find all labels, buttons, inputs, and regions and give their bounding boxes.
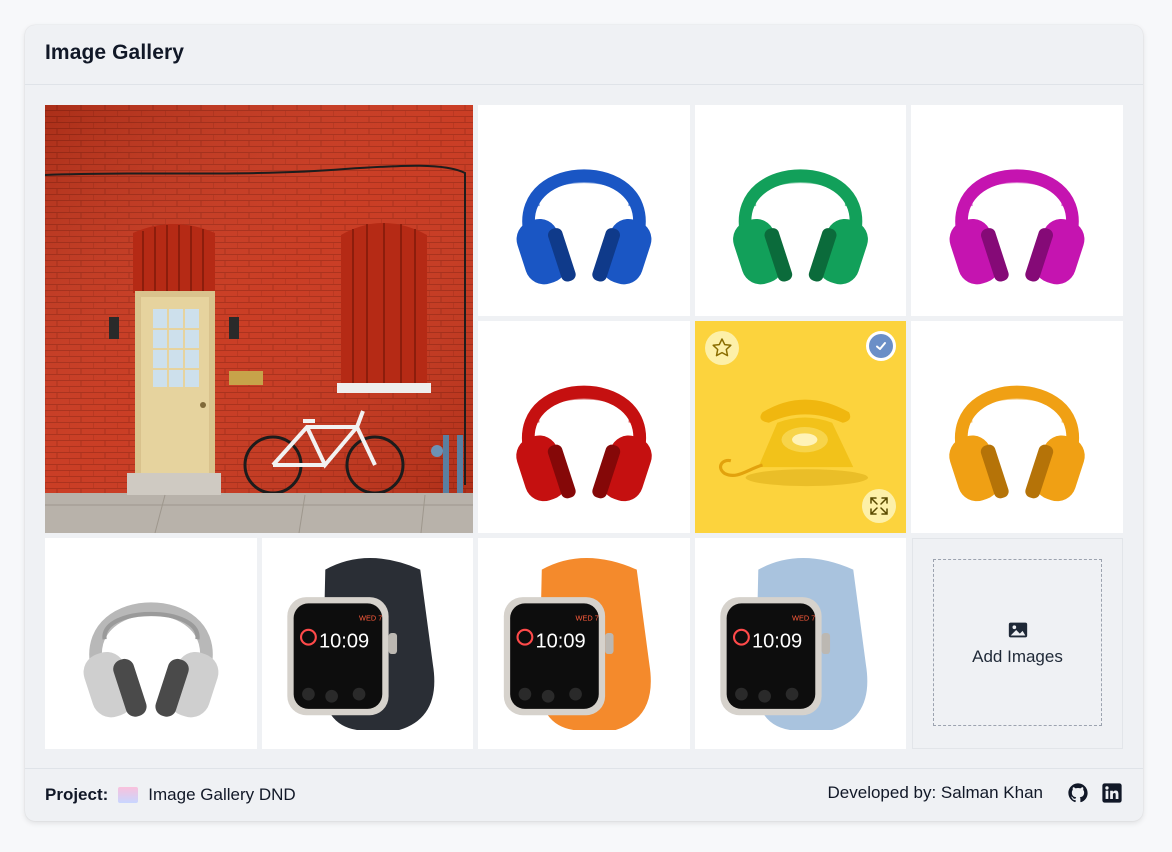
add-images-button[interactable]: Add Images [933, 559, 1102, 726]
headphones-blue-image [516, 169, 652, 285]
headphones-magenta-image [949, 169, 1085, 285]
add-images-label: Add Images [972, 646, 1063, 666]
footer: Project: Image Gallery DND Developed by:… [25, 768, 1143, 821]
check-icon [869, 334, 893, 358]
project-label: Project: [45, 785, 109, 804]
watch-blue-image: WED 7 10:09 [720, 558, 868, 731]
gallery-card: Image Gallery WED 7 10:09 WED 7 10:09 WE… [25, 25, 1143, 821]
headphones-red-image [516, 385, 652, 502]
watch-day-label: WED 7 [359, 613, 382, 622]
gallery-item-telephone[interactable] [695, 321, 906, 533]
favorite-button[interactable] [705, 331, 739, 365]
gallery-item-headphones-green[interactable] [695, 105, 906, 316]
watch-time-label: 10:09 [752, 631, 802, 653]
gallery-item-watch-black[interactable]: WED 7 10:09 [262, 538, 473, 749]
gallery-item-headphones-red[interactable] [478, 321, 690, 533]
watch-black-image: WED 7 10:09 [287, 558, 435, 731]
image-icon [1008, 622, 1027, 637]
gallery-item-wall[interactable] [45, 105, 473, 533]
gallery-item-headphones-blue[interactable] [478, 105, 690, 316]
headphones-green-image [733, 169, 868, 285]
watch-orange-image: WED 7 10:09 [503, 558, 651, 731]
gallery-item-watch-blue[interactable]: WED 7 10:09 [695, 538, 906, 749]
github-icon[interactable] [1067, 782, 1089, 804]
gallery-item-headphones-magenta[interactable] [911, 105, 1123, 316]
gallery-item-headphones-orange[interactable] [911, 321, 1123, 533]
watch-time-label: 10:09 [535, 631, 585, 653]
watch-day-label: WED 7 [792, 613, 815, 622]
project-name: Image Gallery DND [148, 785, 296, 804]
wall-image [45, 105, 473, 533]
star-icon [712, 338, 732, 357]
image-grid: WED 7 10:09 WED 7 10:09 WED 7 10:09 Add … [45, 105, 1123, 749]
expand-button[interactable] [862, 489, 896, 523]
headphones-orange-image [949, 385, 1085, 502]
project-info: Project: Image Gallery DND [45, 785, 296, 805]
developer-credit: Developed by: Salman Khan [827, 783, 1043, 802]
header: Image Gallery [25, 25, 1143, 85]
gallery-item-headphones-silver[interactable] [45, 538, 257, 749]
page-title: Image Gallery [45, 41, 185, 64]
developer-info: Developed by: Salman Khan [828, 782, 1123, 804]
add-images-tile: Add Images [912, 538, 1123, 749]
watch-time-label: 10:09 [319, 631, 369, 653]
expand-icon [870, 497, 888, 515]
select-checkbox[interactable] [866, 331, 896, 361]
gallery-item-watch-orange[interactable]: WED 7 10:09 [478, 538, 690, 749]
linkedin-icon[interactable] [1101, 782, 1123, 804]
project-icon [118, 787, 139, 803]
headphones-silver-image [83, 602, 219, 718]
watch-day-label: WED 7 [576, 613, 599, 622]
